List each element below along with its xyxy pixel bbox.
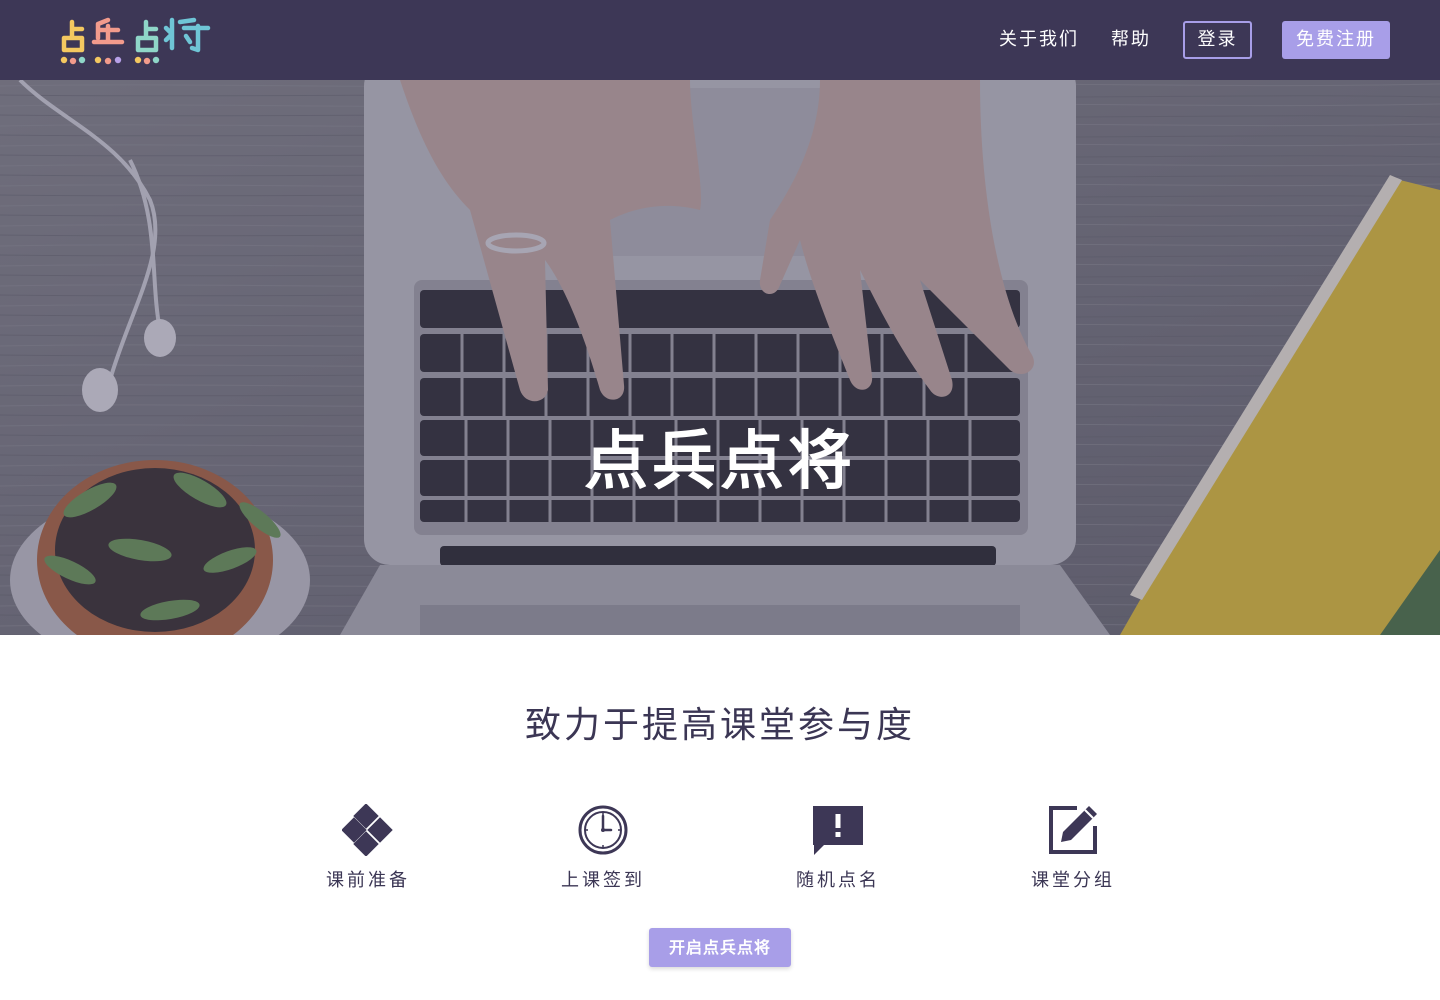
login-button[interactable]: 登录: [1183, 21, 1252, 59]
exclamation-comment-icon: [813, 806, 863, 855]
feature-label: 课前准备: [326, 870, 410, 891]
top-navbar: 关于我们 帮助 登录 免费注册: [0, 0, 1440, 80]
clock-icon: [578, 805, 628, 855]
feature-label: 随机点名: [796, 870, 880, 891]
edit-icon: [1049, 806, 1097, 854]
feature-list: 课前准备 上课签到 随机点名 课堂分组: [0, 804, 1440, 894]
feature-label: 课堂分组: [1031, 870, 1115, 891]
feature-item-random-call[interactable]: 随机点名: [763, 804, 913, 892]
nav-links: 关于我们 帮助 登录 免费注册: [999, 21, 1390, 59]
hero-background-image: [0, 80, 1440, 635]
register-button[interactable]: 免费注册: [1282, 21, 1390, 59]
hero-banner: 点兵点将: [0, 80, 1440, 635]
nav-help-link[interactable]: 帮助: [1111, 21, 1151, 59]
section-subtitle: 致力于提高课堂参与度: [524, 705, 915, 746]
feature-item-grouping[interactable]: 课堂分组: [998, 804, 1148, 892]
feature-item-preparation[interactable]: 课前准备: [293, 804, 443, 892]
feature-item-checkin[interactable]: 上课签到: [528, 804, 678, 892]
start-button[interactable]: 开启点兵点将: [649, 928, 791, 967]
nav-about-link[interactable]: 关于我们: [999, 21, 1079, 59]
diamond-grid-icon: [342, 804, 393, 856]
hero-title: 点兵点将: [584, 425, 856, 499]
feature-label: 上课签到: [561, 870, 645, 891]
logo[interactable]: [58, 12, 218, 68]
